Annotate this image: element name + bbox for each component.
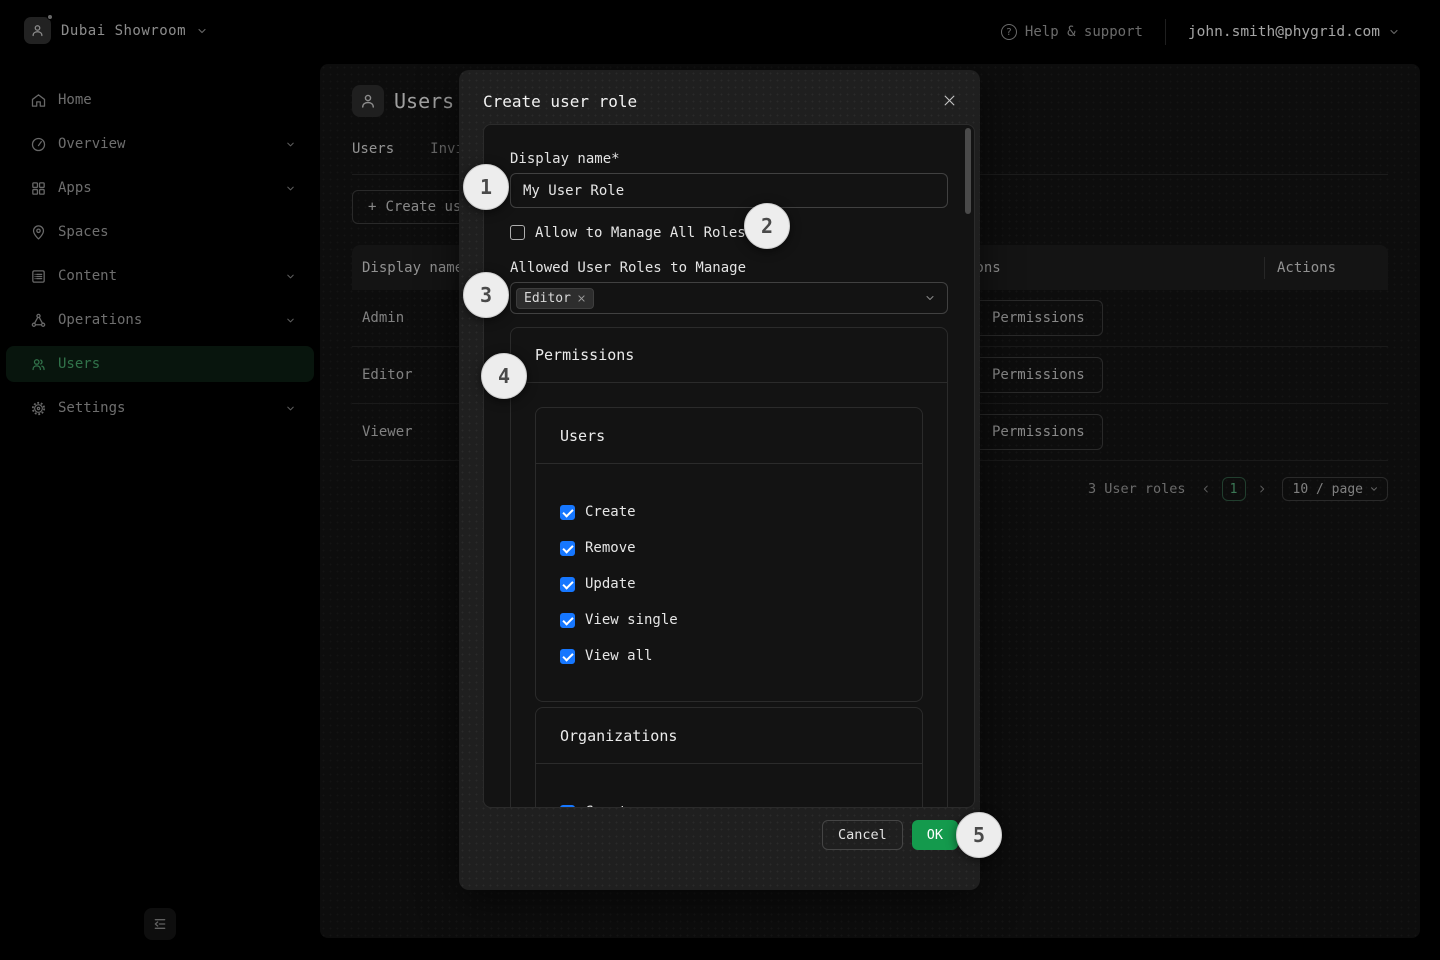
permission-checkbox-row[interactable]: Remove — [560, 540, 898, 556]
checkbox-checked-icon[interactable] — [560, 577, 575, 592]
permission-label: Update — [585, 576, 636, 592]
modal-scroll-area: Display name* My User Role Allow to Mana… — [483, 124, 975, 808]
checkbox-checked-icon[interactable] — [560, 649, 575, 664]
permissions-group-organizations: Organizations Create — [535, 707, 923, 808]
display-name-input[interactable]: My User Role — [510, 173, 948, 208]
modal-footer: Cancel OK — [459, 808, 980, 890]
allow-manage-all-checkbox-row[interactable]: Allow to Manage All Roles — [510, 224, 948, 241]
group-title: Organizations — [536, 708, 922, 764]
ok-button[interactable]: OK — [912, 820, 958, 850]
chevron-down-icon — [924, 292, 936, 304]
permission-checkbox-row[interactable]: View single — [560, 612, 898, 628]
permission-label: View all — [585, 648, 652, 664]
permission-checkbox-row[interactable]: Update — [560, 576, 898, 592]
annotation-marker-5: 5 — [956, 812, 1002, 858]
remove-tag-icon[interactable] — [577, 294, 586, 303]
cancel-button[interactable]: Cancel — [822, 820, 903, 850]
checkbox-unchecked-icon[interactable] — [510, 225, 525, 240]
scrollbar-thumb[interactable] — [965, 128, 971, 214]
role-tag: Editor — [516, 288, 594, 309]
permissions-group-users: Users Create Remove — [535, 407, 923, 702]
permission-label: View single — [585, 612, 678, 628]
annotation-marker-4: 4 — [481, 353, 527, 399]
close-icon[interactable] — [938, 89, 960, 111]
allow-manage-all-label: Allow to Manage All Roles — [535, 225, 746, 241]
permission-label: Remove — [585, 540, 636, 556]
checkbox-checked-icon[interactable] — [560, 505, 575, 520]
checkbox-checked-icon[interactable] — [560, 541, 575, 556]
group-title: Users — [536, 408, 922, 464]
allowed-roles-label: Allowed User Roles to Manage — [510, 260, 948, 278]
permission-checkbox-row[interactable]: Create — [560, 504, 898, 520]
permissions-section: Permissions Users Create Remove — [510, 327, 948, 808]
create-user-role-modal: Create user role Display name* My User R… — [459, 70, 980, 890]
permission-checkbox-row[interactable]: View all — [560, 648, 898, 664]
annotation-marker-1: 1 — [463, 164, 509, 210]
display-name-label: Display name* — [510, 151, 948, 169]
checkbox-checked-icon[interactable] — [560, 613, 575, 628]
display-name-value: My User Role — [523, 183, 624, 199]
modal-title: Create user role — [483, 92, 637, 111]
permissions-section-title: Permissions — [511, 328, 947, 383]
allowed-roles-select[interactable]: Editor — [510, 282, 948, 314]
annotation-marker-2: 2 — [744, 203, 790, 249]
role-tag-label: Editor — [524, 291, 571, 306]
annotation-marker-3: 3 — [463, 272, 509, 318]
permission-label: Create — [585, 504, 636, 520]
